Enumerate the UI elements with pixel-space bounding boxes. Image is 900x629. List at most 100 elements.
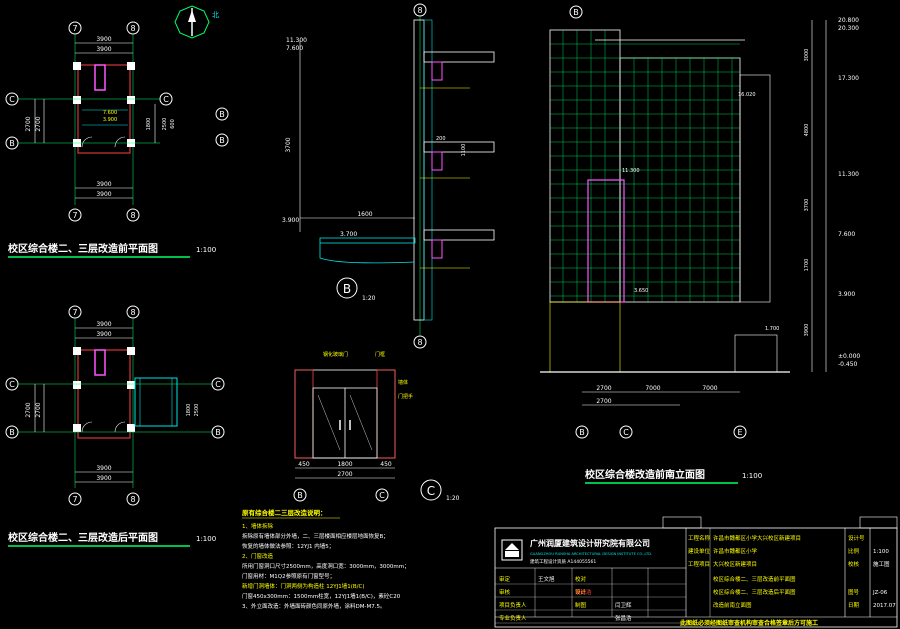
elev-level-5: 7.600	[838, 231, 855, 238]
signer-2: 蔡成浩	[575, 588, 592, 596]
facade-grid-right	[550, 43, 740, 302]
design-notes: 原有综合楼二三层改造说明： 1、墙体拆除 拆除原有墙体部分外墙，二、三层楼面相应…	[242, 508, 410, 610]
plan-level: 7.600	[103, 110, 117, 116]
door-c-scale: 1:20	[446, 495, 460, 502]
project-name: 许昌市魏都区小学大兴校区新建项目	[713, 534, 801, 542]
elev-bottom-1: 2700	[596, 385, 611, 392]
cad-drawing-sheet: 北 7 8 3900 3900 7.600 3.900 C B C B B 27…	[5, 3, 898, 628]
axis-c-right-after: C	[215, 380, 221, 389]
drawing-name-3: 改造前南立面图	[713, 601, 752, 609]
drawing-name-2: 校区综合楼二、三层改造后平面图	[713, 588, 796, 596]
elev-h-4: 1700	[804, 259, 810, 272]
plan-after-drawing: 7 8 3900 3900 C B C B 2700 2700 1800 250…	[5, 305, 225, 547]
notes-line: 新增门洞墙体：门洞两侧为构造柱 12YJ1墙1(B/C)	[242, 582, 365, 590]
elev-bottom-3: 7000	[702, 385, 717, 392]
door-dim-total: 2700	[337, 471, 352, 478]
notes-line: 拆除原有墙体部分外墙，二、三层楼面相应楼层地面恢复B；	[242, 532, 389, 540]
elev-h-2: 4800	[804, 124, 810, 137]
item-name: 大兴校区新建项目	[713, 560, 757, 568]
axis-7-top: 7	[72, 24, 77, 33]
elevation-title: 校区综合楼改造前南立面图	[585, 468, 705, 481]
plan-after-title: 校区综合楼二、三层改造后平面图	[8, 531, 158, 544]
company-logo	[501, 539, 523, 561]
plan-before-scale: 1:100	[196, 246, 216, 254]
stamp-note: 此图纸必须经图纸审查机构审查合格签章后方可施工	[680, 619, 818, 627]
axis-7-bottom-after: 7	[72, 495, 77, 504]
dim-inner-1: 1800	[146, 118, 152, 131]
notes-line: 2、门窗改造	[242, 552, 273, 560]
plan-before-title: 校区综合楼二、三层改造前平面图	[8, 242, 158, 255]
south-elevation-drawing: B 16.020 11.300 3.650 1.700 20.800 20.30…	[540, 5, 860, 484]
axis-b-right-after: B	[215, 428, 221, 437]
dim-side-after-1: 2700	[25, 402, 32, 417]
section-level-1: 11.300	[286, 37, 307, 44]
notes-line: 所用门窗洞口尺寸2500mm，高度洞口宽：3000mm，3000mm；	[242, 562, 410, 570]
notes-lines: 1、墙体拆除 拆除原有墙体部分外墙，二、三层楼面相应楼层地面恢复B； 恢复的墙体…	[242, 522, 410, 610]
elev-h-3: 3700	[804, 199, 810, 212]
signer-3: 闫卫辉	[615, 601, 632, 609]
door-label-4: 门把手	[398, 393, 413, 400]
elev-level-4: 11.300	[838, 171, 859, 178]
owner-name: 许昌市魏都区小学	[713, 547, 758, 555]
axis-8-top-after: 8	[130, 308, 135, 317]
section-b-mark: B	[343, 282, 351, 296]
elev-inner-3: 3.650	[634, 288, 648, 294]
axis-8-bottom: 8	[130, 211, 135, 220]
design-no-label: 设计号	[848, 534, 865, 542]
date-label: 日期	[848, 602, 860, 609]
elev-level-8: -0.450	[838, 361, 858, 368]
section-level-4: 3.700	[340, 231, 357, 238]
dim-top-2: 3900	[96, 46, 111, 53]
section-dim-1100: 1100	[461, 144, 467, 157]
section-dim-3700: 3700	[285, 137, 292, 152]
notes-line: 1、墙体拆除	[242, 522, 273, 530]
dim-inner-3: 600	[170, 119, 176, 129]
elev-axis-b-top: B	[573, 8, 579, 17]
sheet-value: JZ-06	[872, 590, 888, 596]
section-axis-top: 8	[417, 6, 422, 15]
title-block-rows: 审定审核项目负责人专业负责人校对设计制图	[495, 575, 686, 624]
dim-side-1: 2700	[25, 116, 32, 131]
dim-inner-2: 2500	[162, 118, 168, 131]
title-block: 审定审核项目负责人专业负责人校对设计制图 广州润厦建筑设计研究院有限公司 GUA…	[494, 516, 898, 628]
door-label-2: 门框	[375, 351, 385, 358]
owner-label: 建设单位	[688, 547, 711, 555]
axis-7-bottom: 7	[72, 211, 77, 220]
project-label: 工程名称	[688, 534, 711, 542]
sign-role: 审核	[499, 588, 511, 596]
door-dim-2: 1800	[337, 461, 352, 468]
dim-inner-after-1: 1800	[186, 404, 192, 417]
door-axis-c: C	[379, 491, 385, 500]
sign-role: 制图	[575, 601, 587, 609]
sign-role: 审定	[499, 575, 511, 583]
scale-label: 比例	[848, 547, 860, 555]
door-detail-drawing: 钢化玻璃门 门框 墙体 门把手 450 1800 450 2700 B C C …	[293, 351, 460, 502]
axis-8-bottom-after: 8	[130, 495, 135, 504]
check-label: 校核	[848, 560, 860, 568]
sheet-label: 图号	[848, 588, 860, 596]
door-axis-b: B	[297, 491, 303, 500]
axis-b-right: B	[219, 136, 225, 145]
dim-bottom-after-1: 3900	[96, 465, 111, 472]
notes-heading: 原有综合楼二三层改造说明：	[242, 508, 327, 517]
company-qual: 建筑工程设计资质 A144055561	[530, 558, 596, 565]
dim-top-after-1: 3900	[96, 321, 111, 328]
notes-line: 门窗450x300mm：1500mm柱宽，12YJ1墙1(B/C)，素砼C20	[242, 592, 401, 600]
signer-4: 张昌浩	[615, 614, 632, 622]
signer-1: 王文旭	[538, 575, 555, 583]
company-name: 广州润厦建筑设计研究院有限公司	[530, 538, 650, 548]
elev-bottom-2: 7000	[645, 385, 660, 392]
axis-c-left-after: C	[9, 380, 15, 389]
sign-role: 校对	[575, 575, 587, 583]
section-level-3: 3.900	[282, 217, 299, 224]
north-arrow-icon: 北	[174, 5, 219, 39]
section-axis-bottom: 8	[417, 338, 422, 347]
date-value: 2017.07	[873, 603, 896, 609]
elev-h-5: 3900	[804, 324, 810, 337]
section-b-scale: 1:20	[362, 295, 376, 302]
door-dim-1: 450	[298, 461, 310, 468]
north-label: 北	[212, 11, 219, 19]
section-dim-200: 200	[436, 136, 446, 142]
notes-line: 门窗用材：M1Q2参照原有门窗型号；	[242, 572, 335, 580]
elev-inner-2: 11.300	[622, 168, 640, 174]
